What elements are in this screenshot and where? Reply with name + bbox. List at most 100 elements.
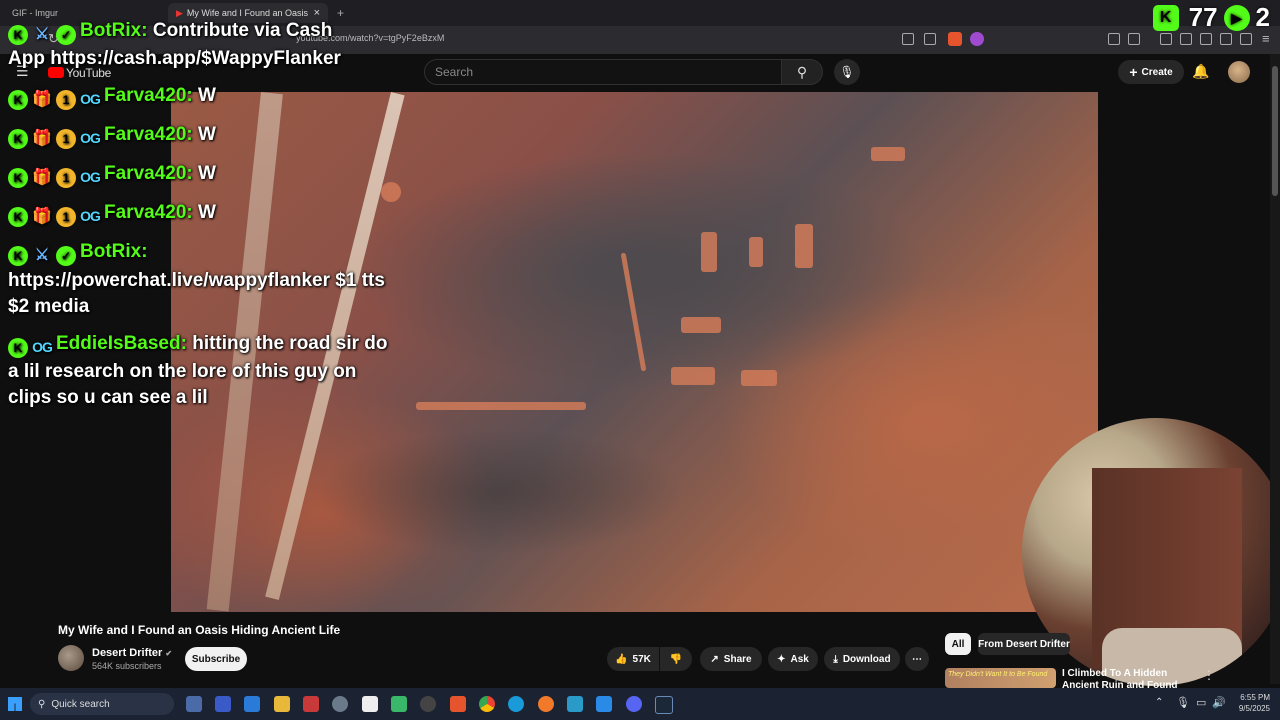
steam-icon[interactable] xyxy=(655,696,673,714)
vscode-icon[interactable] xyxy=(596,696,612,712)
sub-badge-icon: 1 xyxy=(56,168,76,188)
gift-badge-icon: 🎁 xyxy=(32,208,52,225)
chat-username: BotRix: xyxy=(80,20,148,41)
recommended-title[interactable]: I Climbed To A Hidden Ancient Ruin and F… xyxy=(1062,668,1197,688)
chat-username: Farva420: xyxy=(104,124,193,145)
media-icon[interactable] xyxy=(1160,33,1172,45)
network-icon[interactable]: ▭ xyxy=(1196,696,1206,709)
chat-text: W xyxy=(198,85,216,106)
chat-username: Farva420: xyxy=(104,85,193,106)
video-title: My Wife and I Found an Oasis Hiding Anci… xyxy=(58,623,341,637)
verified-icon: ✔ xyxy=(165,649,173,658)
discord-icon[interactable] xyxy=(626,696,642,712)
tab-label: My Wife and I Found an Oasis xyxy=(186,8,308,18)
account-avatar[interactable] xyxy=(1228,61,1250,83)
windows-start-icon[interactable] xyxy=(8,697,22,711)
task-view-icon[interactable] xyxy=(186,696,202,712)
channel-name[interactable]: Desert Drifter ✔ xyxy=(92,647,172,659)
microphone-tray-icon[interactable]: 🎙 xyxy=(1176,696,1190,709)
chat-message: K 🎁 1 OG Farva420: W xyxy=(8,200,216,227)
gift-badge-icon: 🎁 xyxy=(32,169,52,186)
petroglyph-figure xyxy=(795,224,813,268)
download-button[interactable]: ⤓ Download xyxy=(824,647,900,671)
profile-icon[interactable] xyxy=(1220,33,1232,45)
search-input[interactable]: Search xyxy=(424,59,782,85)
chat-message: K 🎁 1 OG Farva420: W xyxy=(8,122,216,149)
chip-all[interactable]: All xyxy=(945,633,971,655)
search-button[interactable]: ⚲ xyxy=(781,59,823,85)
share-page-icon[interactable] xyxy=(924,33,936,45)
obs-icon[interactable] xyxy=(420,696,436,712)
thumbs-up-icon: 👍 xyxy=(615,653,628,665)
chrome-icon[interactable] xyxy=(479,696,495,712)
wallet-icon[interactable] xyxy=(1200,33,1212,45)
sub-badge-icon: 1 xyxy=(56,207,76,227)
recommended-thumbnail[interactable]: They Didn't Want It to Be Found xyxy=(945,668,1056,688)
petroglyph-animal xyxy=(671,367,715,385)
channel-avatar[interactable] xyxy=(58,645,84,671)
clock-date: 9/5/2025 xyxy=(1238,704,1270,713)
petroglyph-animal xyxy=(741,370,777,386)
play-logo-icon: ▶ xyxy=(1223,4,1250,31)
brave-shields-icon[interactable] xyxy=(948,32,962,46)
tray-chevron-icon[interactable]: ⌃ xyxy=(1155,697,1163,708)
kick-badge-icon: K xyxy=(8,338,28,358)
clock-app-icon[interactable] xyxy=(332,696,348,712)
clock-time: 6:55 PM xyxy=(1240,693,1270,702)
firefox-icon[interactable] xyxy=(538,696,554,712)
taskbar-clock[interactable]: 6:55 PM 9/5/2025 xyxy=(1239,692,1270,714)
chat-text: W xyxy=(198,202,216,223)
chat-message: K 🎁 1 OG Farva420: W xyxy=(8,83,216,110)
og-badge-icon: OG xyxy=(32,339,53,355)
plus-icon: + xyxy=(1129,64,1138,80)
kick-logo-icon: K xyxy=(1152,4,1179,31)
speaker-icon: ▶ xyxy=(176,7,183,18)
remote-app-icon[interactable] xyxy=(244,696,260,712)
install-icon[interactable] xyxy=(902,33,914,45)
og-badge-icon: OG xyxy=(80,91,101,107)
og-badge-icon: OG xyxy=(80,169,101,185)
chip-from-channel[interactable]: From Desert Drifter xyxy=(978,633,1070,655)
brave-browser-icon[interactable] xyxy=(450,696,466,712)
chat-text: W xyxy=(198,124,216,145)
like-button[interactable]: 👍 57K xyxy=(607,647,659,671)
chat-text: Contribute via Cash xyxy=(152,20,333,41)
screenshot-icon[interactable] xyxy=(1128,33,1140,45)
more-actions-button[interactable]: ⋯ xyxy=(905,647,929,671)
ask-button[interactable]: ✦ Ask xyxy=(768,647,818,671)
share-button[interactable]: ↗ Share xyxy=(700,647,762,671)
kick-viewer-count: 77 xyxy=(1188,2,1218,32)
sub-badge-icon: 1 xyxy=(56,90,76,110)
app-icon[interactable] xyxy=(567,696,583,712)
sidebar-icon[interactable] xyxy=(1180,33,1192,45)
gift-badge-icon: 🎁 xyxy=(32,130,52,147)
notifications-bell-icon[interactable]: 🔔 xyxy=(1192,63,1209,80)
vpn-icon[interactable] xyxy=(1240,33,1252,45)
chat-username: BotRix: xyxy=(80,241,148,262)
gem-app-icon[interactable] xyxy=(391,696,407,712)
file-explorer-icon[interactable] xyxy=(274,696,290,712)
edge-icon[interactable] xyxy=(508,696,524,712)
taskbar-search[interactable]: ⚲ Quick search xyxy=(30,693,174,715)
chat-app-icon[interactable] xyxy=(215,696,231,712)
scrollbar-thumb[interactable] xyxy=(1272,66,1278,196)
new-tab-button[interactable]: + xyxy=(337,6,344,20)
chat-text: $2 media xyxy=(8,296,90,317)
dislike-button[interactable]: 👎 xyxy=(660,647,692,671)
brave-rewards-icon[interactable] xyxy=(970,32,984,46)
capcut-icon[interactable] xyxy=(362,696,378,712)
recommended-more-icon[interactable]: ⋮ xyxy=(1203,668,1215,682)
chat-text: hitting the road sir do xyxy=(192,333,388,354)
menu-icon[interactable]: ≡ xyxy=(1262,31,1270,46)
subscribe-button[interactable]: Subscribe xyxy=(185,647,247,671)
chat-message-line: https://powerchat.live/wappyflanker $1 t… xyxy=(8,268,385,294)
video-editor-icon[interactable] xyxy=(303,696,319,712)
kick-badge-icon: K xyxy=(8,90,28,110)
create-button[interactable]: + Create xyxy=(1118,60,1184,84)
more-icon: ⋯ xyxy=(912,653,922,665)
voice-search-button[interactable]: 🎙 xyxy=(834,59,860,85)
extensions-icon[interactable] xyxy=(1108,33,1120,45)
viewer-counter: K 77 ▶ 2 xyxy=(1152,2,1270,33)
volume-icon[interactable]: 🔊 xyxy=(1212,696,1226,709)
og-badge-icon: OG xyxy=(80,130,101,146)
